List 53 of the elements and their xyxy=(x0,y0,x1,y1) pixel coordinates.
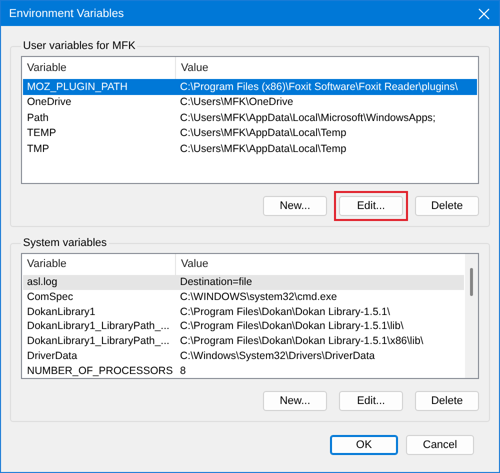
variable-name: asl.log xyxy=(26,276,58,288)
group-title: User variables for MFK xyxy=(22,40,136,52)
variable-row[interactable]: MOZ_PLUGIN_PATH C:\Program Files (x86)\Foxit Software\Foxit Reader\plugins\ xyxy=(23,79,477,94)
variables-list[interactable] xyxy=(21,253,479,379)
variable-name: NUMBER_OF_PROCESSORS xyxy=(26,364,174,377)
dialog-button[interactable]: Edit... xyxy=(339,196,403,216)
dialog-button[interactable]: Delete xyxy=(415,196,479,216)
variable-name: TMP xyxy=(26,142,50,155)
variable-name: Path xyxy=(26,112,50,124)
window-title: Environment Variables xyxy=(9,8,124,20)
dialog-button[interactable]: New... xyxy=(263,196,327,216)
close-icon[interactable] xyxy=(477,6,491,20)
variable-name: DokanLibrary1_LibraryPath_... xyxy=(26,335,170,348)
variable-value: C:\Users\MFK\AppData\Local\Microsoft\WindowsApps; xyxy=(179,112,437,124)
variable-value: C:\Program Files\Dokan\Dokan Library-1.5.1\x86\lib\ xyxy=(179,335,424,348)
dialog-button[interactable]: OK xyxy=(330,435,398,455)
column-header[interactable]: Value xyxy=(176,254,465,275)
variable-value: C:\Program Files (x86)\Foxit Software\Foxit Reader\plugins\ xyxy=(179,80,459,93)
variable-name: OneDrive xyxy=(26,96,72,108)
variable-value: C:\Users\MFK\AppData\Local\Temp xyxy=(179,142,348,155)
variable-name: MOZ_PLUGIN_PATH xyxy=(26,80,129,93)
variable-name: TEMP xyxy=(26,127,58,140)
variable-row[interactable]: DokanLibrary1_LibraryPath_... C:\Program Files\Dokan\Dokan Library-1.5.1\x86\lib\ xyxy=(23,334,464,349)
variable-value: 8 xyxy=(179,364,187,377)
variable-value: C:\WINDOWS\system32\cmd.exe xyxy=(179,291,338,303)
scrollbar[interactable] xyxy=(465,254,478,378)
variable-value: C:\Users\MFK\AppData\Local\Temp xyxy=(179,127,348,140)
variable-name: DokanLibrary1 xyxy=(26,306,96,318)
variable-name: DriverData xyxy=(26,350,78,362)
variable-row[interactable]: asl.log Destination=file xyxy=(23,274,464,290)
column-header[interactable]: Value xyxy=(176,57,478,79)
variable-row[interactable]: DokanLibrary1_LibraryPath_... C:\Program Files\Dokan\Dokan Library-1.5.1\lib\ xyxy=(23,319,464,334)
group-title: System variables xyxy=(22,237,108,249)
variable-value: C:\Program Files\Dokan\Dokan Library-1.5.1\lib\ xyxy=(179,320,405,332)
variable-value: C:\Program Files\Dokan\Dokan Library-1.5.1\ xyxy=(179,306,392,318)
dialog-button[interactable]: New... xyxy=(263,391,327,411)
variable-row[interactable]: TEMP C:\Users\MFK\AppData\Local\Temp xyxy=(23,126,477,141)
dialog-button[interactable]: Delete xyxy=(415,391,479,411)
variable-row[interactable]: DriverData C:\Windows\System32\Drivers\DriverData xyxy=(23,348,464,364)
variable-row[interactable]: OneDrive C:\Users\MFK\OneDrive xyxy=(23,94,477,110)
variable-value: C:\Users\MFK\OneDrive xyxy=(179,96,294,108)
variables-list[interactable] xyxy=(21,56,479,184)
variable-value: Destination=file xyxy=(179,276,254,288)
variable-name: ComSpec xyxy=(26,291,74,303)
variable-row[interactable]: TMP C:\Users\MFK\AppData\Local\Temp xyxy=(23,141,477,156)
variable-row[interactable]: NUMBER_OF_PROCESSORS 8 xyxy=(23,363,464,378)
variable-row[interactable]: ComSpec C:\WINDOWS\system32\cmd.exe xyxy=(23,290,464,304)
dialog-button[interactable]: Cancel xyxy=(406,435,474,455)
variable-value: C:\Windows\System32\Drivers\DriverData xyxy=(179,350,376,362)
variable-row[interactable]: Path C:\Users\MFK\AppData\Local\Microsoft\WindowsApps; xyxy=(23,110,477,126)
variable-row[interactable]: DokanLibrary1 C:\Program Files\Dokan\Dokan Library-1.5.1\ xyxy=(23,304,464,320)
variable-name: DokanLibrary1_LibraryPath_... xyxy=(26,320,170,332)
dialog-button[interactable]: Edit... xyxy=(339,391,403,411)
